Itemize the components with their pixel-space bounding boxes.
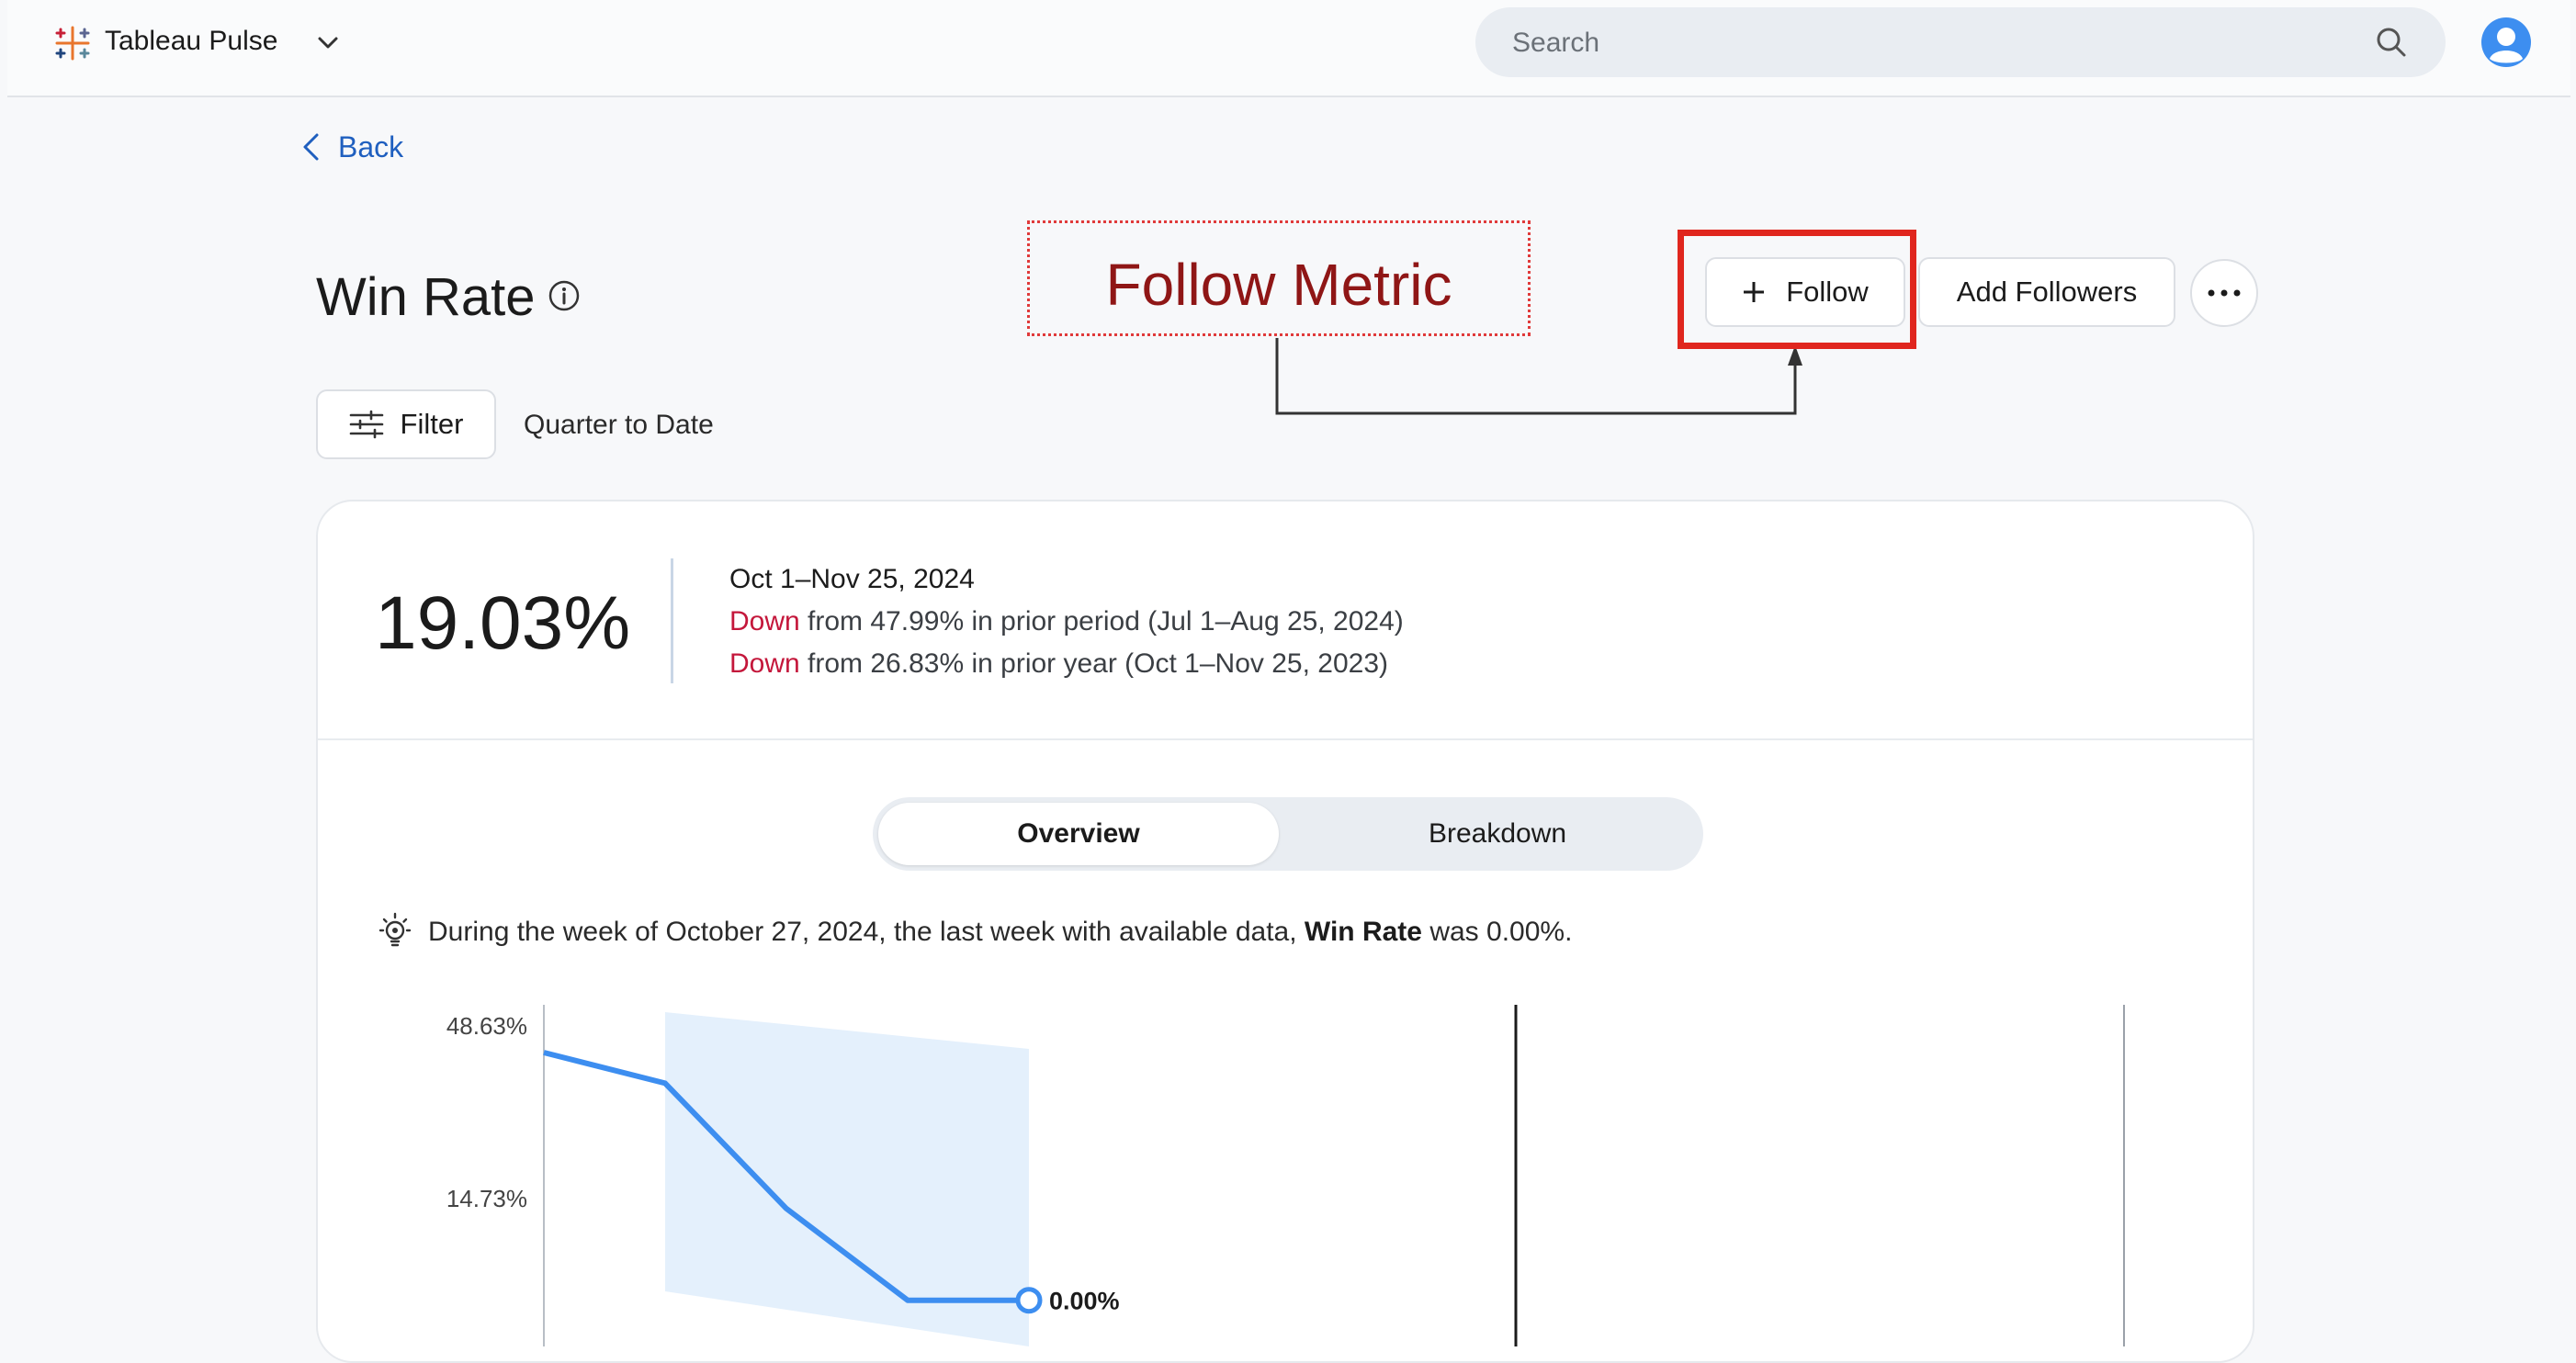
annotation-callout: Follow Metric [1027,220,1531,336]
insight-prefix: During the week of October 27, 2024, the… [428,917,1305,947]
comparison-text: from 47.99% in prior period (Jul 1–Aug 2… [799,606,1404,636]
chevron-left-icon [303,133,319,161]
change-direction: Down [729,606,800,636]
more-icon [2208,289,2241,297]
annotation-label: Follow Metric [1105,252,1452,318]
info-icon[interactable] [548,279,581,312]
metric-value: 19.03% [375,581,631,665]
search-input[interactable]: Search [1475,7,2446,77]
change-direction: Down [729,648,800,679]
insight-text: During the week of October 27, 2024, the… [428,917,1572,948]
page-title: Win Rate [316,267,536,327]
follow-button[interactable]: Follow [1705,257,1905,327]
kpi-divider [671,558,673,683]
view-tabs: Overview Breakdown [873,797,1703,871]
back-label: Back [338,130,404,163]
filter-label: Filter [400,408,464,440]
comparison-text: from 26.83% in prior year (Oct 1–Nov 25,… [799,648,1389,679]
tableau-logo-icon [55,26,90,61]
back-link[interactable]: Back [299,127,403,167]
comparison-prior-year: Down from 26.83% in prior year (Oct 1–No… [729,648,1388,680]
chevron-down-icon[interactable] [312,28,344,59]
follow-label: Follow [1786,276,1869,308]
tab-overview[interactable]: Overview [878,803,1279,865]
lightbulb-icon [378,912,412,947]
add-followers-button[interactable]: Add Followers [1918,257,2175,327]
date-range-label[interactable]: Quarter to Date [524,410,714,441]
search-icon[interactable] [2374,25,2409,60]
add-followers-label: Add Followers [1956,276,2138,308]
insight-metric: Win Rate [1304,917,1422,947]
app-name: Tableau Pulse [105,26,278,56]
plus-icon [1744,282,1765,302]
search-placeholder: Search [1512,28,1600,58]
top-bar: Tableau Pulse Search [7,0,2570,97]
user-avatar-icon[interactable] [2480,17,2532,68]
insight-suffix: was 0.00%. [1421,917,1573,947]
filter-button[interactable]: Filter [316,389,496,459]
card-divider [318,738,2253,740]
metric-card: 19.03% Oct 1–Nov 25, 2024 Down from 47.9… [316,500,2254,1363]
metric-period: Oct 1–Nov 25, 2024 [729,564,975,594]
comparison-prior-period: Down from 47.99% in prior period (Jul 1–… [729,606,1404,637]
filter-icon [349,410,383,439]
more-options-button[interactable] [2190,259,2258,327]
tab-breakdown[interactable]: Breakdown [1297,803,1698,865]
